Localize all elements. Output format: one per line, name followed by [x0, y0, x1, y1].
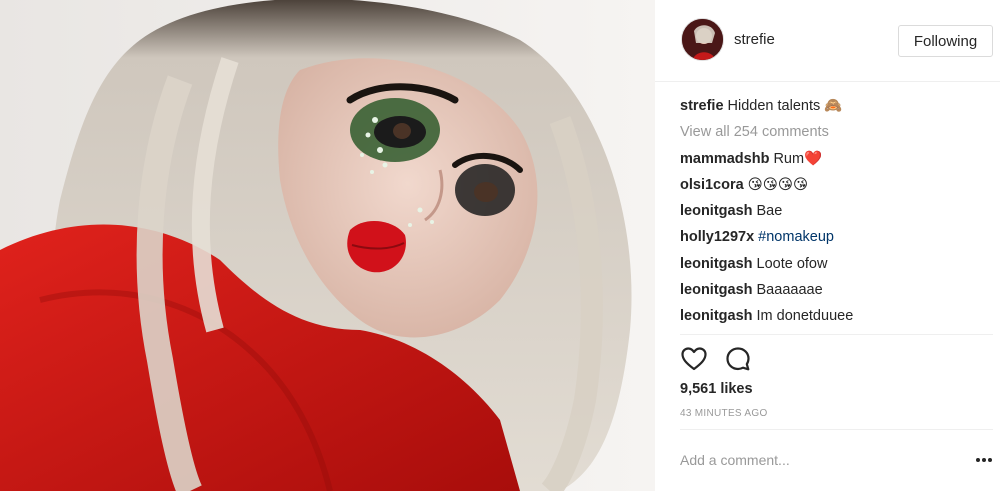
caption: strefie Hidden talents 🙈 [680, 96, 990, 122]
view-all-comments-link[interactable]: View all 254 comments [680, 122, 990, 148]
comment-username[interactable]: leonitgash [680, 256, 753, 272]
list-item: leonitgash Loote ofow [680, 254, 990, 280]
divider [680, 334, 993, 335]
comment-icon[interactable] [724, 345, 752, 373]
list-item: olsi1cora 😘😘😘😘 [680, 175, 990, 201]
add-comment-input[interactable] [680, 445, 960, 475]
post-actions [680, 345, 752, 373]
comment-username[interactable]: leonitgash [680, 282, 753, 298]
list-item: holly1297x #nomakeup [680, 227, 990, 253]
more-options-icon[interactable] [973, 450, 995, 470]
list-item: mammadshb Rum❤️ [680, 149, 990, 175]
post-photo[interactable] [0, 0, 655, 491]
caption-username[interactable]: strefie [680, 98, 724, 114]
likes-count[interactable]: 9,561 likes [680, 381, 753, 397]
post-author-username[interactable]: strefie [734, 31, 775, 48]
caption-text: Hidden talents 🙈 [727, 98, 843, 114]
list-item: leonitgash Im donetduuee [680, 306, 990, 332]
comments-list: strefie Hidden talents 🙈 View all 254 com… [680, 96, 990, 333]
comment-username[interactable]: leonitgash [680, 203, 753, 219]
divider [680, 429, 993, 430]
avatar[interactable] [681, 18, 724, 61]
comment-username[interactable]: leonitgash [680, 308, 753, 324]
list-item: leonitgash Baaaaaae [680, 280, 990, 306]
comment-username[interactable]: holly1297x [680, 229, 754, 245]
post-header: strefie Following [655, 0, 1000, 82]
comment-text: Rum❤️ [773, 150, 823, 167]
list-item: leonitgash Bae [680, 201, 990, 227]
post-timestamp: 43 MINUTES AGO [680, 408, 768, 419]
comment-text: Baaaaaae [756, 282, 823, 299]
post-side-panel: strefie Following strefie Hidden talents … [655, 0, 1000, 491]
following-button[interactable]: Following [898, 25, 993, 57]
comment-text: Bae [756, 203, 783, 220]
comment-username[interactable]: olsi1cora [680, 177, 744, 193]
comment-text: Loote ofow [756, 255, 828, 272]
heart-icon[interactable] [680, 345, 708, 373]
comment-username[interactable]: mammadshb [680, 151, 769, 167]
hashtag-link[interactable]: #nomakeup [758, 229, 834, 245]
comment-text: 😘😘😘😘 [747, 176, 809, 193]
comment-text: Im donetduuee [756, 308, 854, 325]
